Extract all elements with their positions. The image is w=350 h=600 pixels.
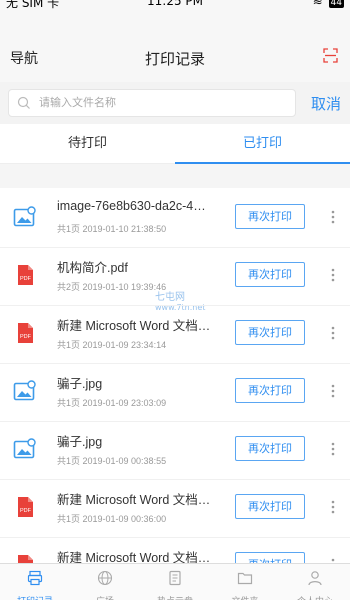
reprint-button[interactable]: 再次打印 bbox=[235, 436, 305, 461]
reprint-button[interactable]: 再次打印 bbox=[235, 262, 305, 287]
image-file-icon bbox=[13, 438, 37, 460]
file-meta: 共1页 2019-01-09 00:38:55 bbox=[57, 456, 167, 466]
file-name: 骗子.jpg bbox=[57, 377, 103, 391]
more-options-icon[interactable] bbox=[326, 440, 340, 458]
globe-icon bbox=[97, 570, 113, 586]
list-item[interactable]: PDF 新建 Microsoft Word 文档… 共1页 2019-01-09 0… bbox=[0, 476, 350, 538]
svg-text:PDF: PDF bbox=[20, 276, 32, 282]
battery-indicator: ≋ 44 bbox=[313, 0, 344, 8]
more-options-icon[interactable] bbox=[326, 498, 340, 516]
person-icon bbox=[307, 570, 323, 586]
tabbar-item[interactable]: 热点云盘 bbox=[140, 564, 210, 600]
cancel-button[interactable]: 取消 bbox=[311, 93, 341, 114]
wifi-icon: ≋ bbox=[312, 0, 323, 8]
nav-bar: 导航 打印记录 bbox=[0, 9, 350, 82]
tabbar-item[interactable]: 文件夹 bbox=[210, 564, 280, 600]
file-meta: 共1页 2019-01-09 23:03:09 bbox=[57, 398, 167, 408]
file-name: 新建 Microsoft Word 文档… bbox=[57, 551, 211, 563]
clock: 11:25 PM bbox=[147, 0, 203, 8]
reprint-button[interactable]: 再次打印 bbox=[235, 494, 305, 519]
more-options-icon[interactable] bbox=[326, 382, 340, 400]
print-record-list: 七屯网 www.7tn.net image-76e8b630-da2c-4… 共1… bbox=[0, 188, 350, 563]
search-input[interactable] bbox=[39, 93, 289, 113]
search-bar: 取消 bbox=[0, 82, 350, 124]
file-name: image-76e8b630-da2c-4… bbox=[57, 199, 206, 213]
reprint-button[interactable]: 再次打印 bbox=[235, 378, 305, 403]
list-item[interactable]: PDF 机构简介.pdf 共2页 2019-01-10 19:39:46 再次打印 bbox=[0, 244, 350, 306]
list-item[interactable]: PDF 新建 Microsoft Word 文档… 再次打印 bbox=[0, 534, 350, 563]
image-file-icon bbox=[13, 206, 37, 228]
tabbar-label: 广场 bbox=[70, 594, 140, 600]
tabbar-label: 个人中心 bbox=[280, 594, 350, 600]
more-options-icon[interactable] bbox=[326, 208, 340, 226]
image-file-icon bbox=[13, 380, 37, 402]
search-box[interactable] bbox=[8, 89, 296, 117]
tabbar-item[interactable]: 打印记录 bbox=[0, 564, 70, 600]
tab-pending[interactable]: 待打印 bbox=[0, 124, 175, 164]
bottom-tab-bar: 打印记录广场热点云盘文件夹个人中心 bbox=[0, 563, 350, 600]
list-item[interactable]: PDF 新建 Microsoft Word 文档… 共1页 2019-01-09 2… bbox=[0, 302, 350, 364]
reprint-button[interactable]: 再次打印 bbox=[235, 320, 305, 345]
tabbar-item[interactable]: 广场 bbox=[70, 564, 140, 600]
section-divider bbox=[0, 164, 350, 188]
list-item[interactable]: image-76e8b630-da2c-4… 共1页 2019-01-10 21:… bbox=[0, 188, 350, 248]
search-icon bbox=[17, 96, 30, 109]
printer-icon bbox=[27, 570, 43, 586]
svg-text:PDF: PDF bbox=[20, 334, 32, 340]
file-name: 新建 Microsoft Word 文档… bbox=[57, 493, 211, 507]
tabbar-item[interactable]: 个人中心 bbox=[280, 564, 350, 600]
scan-icon[interactable] bbox=[323, 48, 338, 63]
file-meta: 共1页 2019-01-10 21:38:50 bbox=[57, 224, 167, 234]
pdf-file-icon: PDF bbox=[13, 496, 37, 518]
reprint-button[interactable]: 再次打印 bbox=[235, 552, 305, 563]
list-item[interactable]: 骗子.jpg 共1页 2019-01-09 23:03:09 再次打印 bbox=[0, 360, 350, 422]
tabbar-label: 热点云盘 bbox=[140, 594, 210, 600]
file-name: 机构简介.pdf bbox=[57, 261, 128, 275]
tabbar-label: 打印记录 bbox=[0, 594, 70, 600]
pdf-file-icon: PDF bbox=[13, 322, 37, 344]
svg-text:PDF: PDF bbox=[20, 508, 32, 514]
file-name: 骗子.jpg bbox=[57, 435, 103, 449]
tabbar-label: 文件夹 bbox=[210, 594, 280, 600]
tab-printed[interactable]: 已打印 bbox=[175, 124, 350, 164]
more-options-icon[interactable] bbox=[326, 266, 340, 284]
file-name: 新建 Microsoft Word 文档… bbox=[57, 319, 211, 333]
file-meta: 共2页 2019-01-10 19:39:46 bbox=[57, 282, 167, 292]
list-item[interactable]: 骗子.jpg 共1页 2019-01-09 00:38:55 再次打印 bbox=[0, 418, 350, 480]
folder-icon bbox=[237, 570, 253, 586]
more-options-icon[interactable] bbox=[326, 324, 340, 342]
reprint-button[interactable]: 再次打印 bbox=[235, 204, 305, 229]
pdf-file-icon: PDF bbox=[13, 554, 37, 563]
pdf-file-icon: PDF bbox=[13, 264, 37, 286]
status-bar: 无 SIM 卡 11:25 PM ≋ 44 bbox=[0, 0, 350, 9]
battery-level: 44 bbox=[328, 0, 344, 8]
tab-bar: 待打印 已打印 bbox=[0, 124, 350, 164]
document-icon bbox=[167, 570, 183, 586]
file-meta: 共1页 2019-01-09 23:34:14 bbox=[57, 340, 167, 350]
file-meta: 共1页 2019-01-09 00:36:00 bbox=[57, 514, 167, 524]
page-title: 打印记录 bbox=[144, 50, 205, 68]
more-options-icon[interactable] bbox=[326, 556, 340, 563]
